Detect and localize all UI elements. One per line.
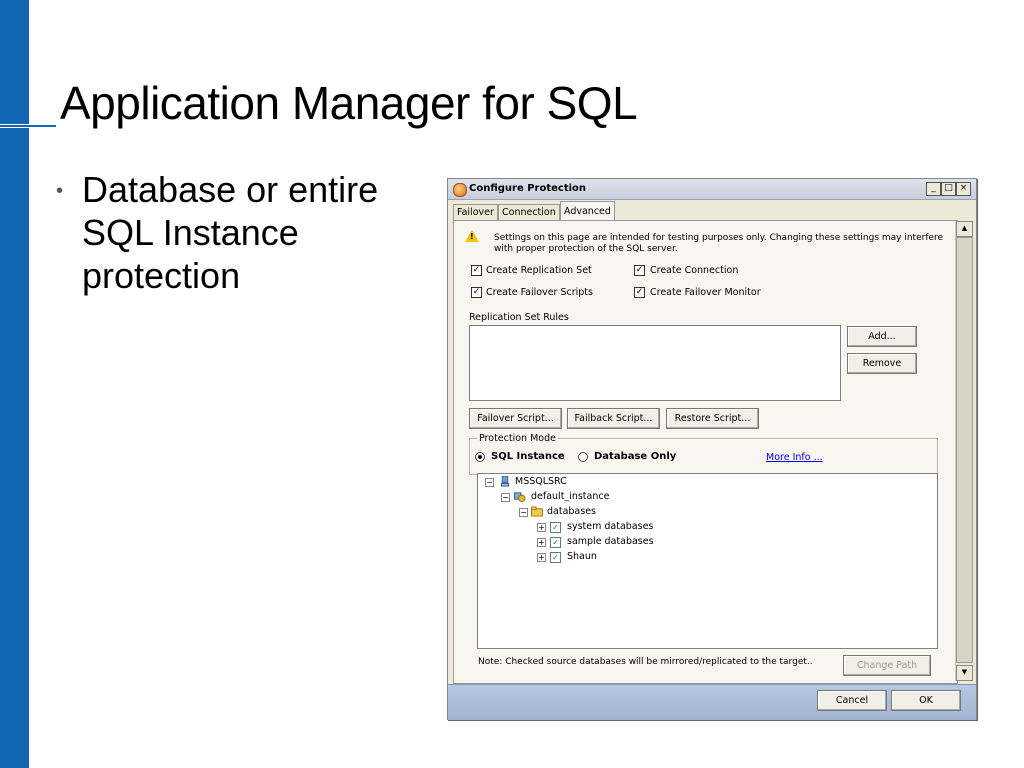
tab-advanced[interactable]: Advanced xyxy=(560,201,615,221)
tree-label: Shaun xyxy=(567,551,597,562)
tree-label: system databases xyxy=(567,521,654,532)
scroll-up-button[interactable]: ▲ xyxy=(956,221,973,237)
replication-rules-label: Replication Set Rules xyxy=(469,312,569,323)
checkbox-label: Create Connection xyxy=(650,265,739,276)
expand-icon[interactable]: + xyxy=(537,523,546,532)
expand-icon[interactable]: + xyxy=(537,553,546,562)
vertical-scrollbar[interactable]: ▲ ▼ xyxy=(955,221,973,681)
slide-title-rule xyxy=(0,125,56,127)
dialog-titlebar[interactable]: Configure Protection _ □ × xyxy=(448,179,976,200)
mirror-note: Note: Checked source databases will be m… xyxy=(478,657,813,667)
slide-title: Application Manager for SQL xyxy=(60,77,638,129)
cancel-button[interactable]: Cancel xyxy=(817,690,887,711)
replication-rules-list[interactable] xyxy=(469,325,841,401)
bullet-text: Database or entire SQL Instance protecti… xyxy=(82,169,379,296)
more-info-link[interactable]: More Info ... xyxy=(766,452,823,463)
radio-selected-dot xyxy=(478,455,482,459)
warning-icon-mark: ! xyxy=(470,232,474,241)
scroll-thumb[interactable] xyxy=(956,237,973,663)
tab-connection[interactable]: Connection xyxy=(498,204,560,220)
failover-script-button[interactable]: Failover Script... xyxy=(469,408,562,429)
close-button[interactable]: × xyxy=(956,182,971,196)
tree-checkbox[interactable]: ✓ xyxy=(550,522,561,533)
checkbox-create-connection[interactable]: ✓ xyxy=(634,265,645,276)
checkbox-create-failover-monitor[interactable]: ✓ xyxy=(634,287,645,298)
checkbox-create-replication-set[interactable]: ✓ xyxy=(471,265,482,276)
scroll-down-button[interactable]: ▼ xyxy=(956,665,973,681)
checkbox-create-failover-scripts[interactable]: ✓ xyxy=(471,287,482,298)
slide-left-bar xyxy=(0,0,29,768)
checkbox-label: Create Failover Monitor xyxy=(650,287,761,298)
dialog-title: Configure Protection xyxy=(469,183,587,194)
minimize-button[interactable]: _ xyxy=(926,182,941,196)
radio-sql-instance[interactable] xyxy=(475,452,485,462)
instance-icon xyxy=(514,492,526,502)
collapse-icon[interactable]: − xyxy=(485,478,494,487)
tree-label: default_instance xyxy=(531,491,610,502)
failback-script-button[interactable]: Failback Script... xyxy=(567,408,660,429)
tree-checkbox[interactable]: ✓ xyxy=(550,552,561,563)
app-icon xyxy=(453,183,467,197)
radio-database-only[interactable] xyxy=(578,452,588,462)
expand-icon[interactable]: + xyxy=(537,538,546,547)
ok-button[interactable]: OK xyxy=(891,690,961,711)
folder-icon xyxy=(531,506,543,517)
bullet-dot: • xyxy=(56,180,64,202)
restore-script-button[interactable]: Restore Script... xyxy=(666,408,759,429)
server-icon xyxy=(500,476,510,487)
protection-mode-legend: Protection Mode xyxy=(477,433,558,444)
checkbox-label: Create Replication Set xyxy=(486,265,592,276)
checkbox-label: Create Failover Scripts xyxy=(486,287,593,298)
tree-label: MSSQLSRC xyxy=(515,476,567,487)
radio-label-sql-instance: SQL Instance xyxy=(491,451,565,462)
remove-rule-button[interactable]: Remove xyxy=(847,353,917,374)
tree-label: sample databases xyxy=(567,536,654,547)
collapse-icon[interactable]: − xyxy=(519,508,528,517)
radio-label-database-only: Database Only xyxy=(594,451,677,462)
collapse-icon[interactable]: − xyxy=(501,493,510,502)
configure-protection-dialog: Configure Protection _ □ × Failover Conn… xyxy=(447,178,977,720)
tab-failover[interactable]: Failover xyxy=(453,204,498,220)
tree-label: databases xyxy=(547,506,596,517)
maximize-button[interactable]: □ xyxy=(941,182,956,196)
add-rule-button[interactable]: Add... xyxy=(847,326,917,347)
warning-text: Settings on this page are intended for t… xyxy=(494,233,944,254)
change-path-button[interactable]: Change Path xyxy=(843,655,931,676)
tree-checkbox[interactable]: ✓ xyxy=(550,537,561,548)
